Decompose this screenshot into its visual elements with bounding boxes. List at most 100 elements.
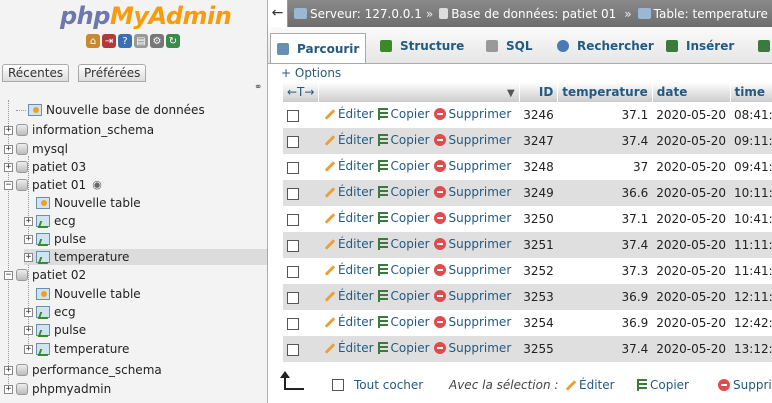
edit-button[interactable]: Éditer — [323, 315, 374, 329]
tree-item-ecg[interactable]: + ecg — [24, 304, 76, 320]
column-header-id[interactable]: ID — [519, 82, 559, 102]
column-header-temperature[interactable]: temperature — [557, 82, 653, 102]
tree-item-patiet-03[interactable]: + patiet 03 — [4, 159, 86, 175]
cell-id[interactable]: 3254 — [519, 310, 558, 336]
edit-button[interactable]: Éditer — [323, 185, 374, 199]
cell-temperature[interactable]: 37 — [557, 154, 653, 180]
cell-id[interactable]: 3246 — [519, 102, 558, 128]
expand-icon[interactable]: + — [24, 344, 33, 354]
tab-favorites[interactable]: Préférées — [78, 64, 147, 82]
delete-button[interactable]: Supprimer — [433, 341, 511, 355]
copy-button[interactable]: Copier — [377, 211, 430, 225]
tree-item-pulse[interactable]: + pulse — [24, 231, 86, 247]
footer-edit-button[interactable]: Éditer — [564, 378, 615, 392]
edit-button[interactable]: Éditer — [323, 289, 374, 303]
cell-time[interactable]: 10:11:16 — [730, 180, 772, 206]
row-checkbox[interactable] — [287, 343, 299, 356]
cell-time[interactable]: 12:42:15 — [730, 310, 772, 336]
tree-item-pulse[interactable]: + pulse — [24, 322, 86, 338]
tab-search[interactable]: Rechercher — [551, 33, 660, 59]
copy-button[interactable]: Copier — [377, 185, 430, 199]
cell-time[interactable]: 09:11:14 — [730, 128, 772, 154]
breadcrumb-server[interactable]: Serveur: 127.0.0.1 — [294, 7, 422, 21]
cell-time[interactable]: 13:12:04 — [730, 336, 772, 362]
column-header-date[interactable]: date — [652, 82, 731, 102]
edit-button[interactable]: Éditer — [323, 159, 374, 173]
tree-item-new-database[interactable]: Nouvelle base de données — [16, 102, 205, 118]
delete-button[interactable]: Supprimer — [433, 289, 511, 303]
expand-icon[interactable]: + — [4, 125, 13, 135]
row-checkbox[interactable] — [287, 161, 299, 174]
tree-item-mysql[interactable]: + mysql — [4, 141, 68, 157]
column-header-time[interactable]: time — [730, 82, 772, 102]
breadcrumb-table[interactable]: Table: temperature — [637, 7, 768, 21]
docs-icon[interactable]: ▤ — [134, 34, 148, 48]
tree-item-information-schema[interactable]: + information_schema — [4, 122, 154, 138]
cell-date[interactable]: 2020-05-20 — [652, 154, 731, 180]
tree-item-ecg[interactable]: + ecg — [24, 213, 76, 229]
cell-time[interactable]: 09:41:17 — [730, 154, 772, 180]
edit-button[interactable]: Éditer — [323, 263, 374, 277]
cell-date[interactable]: 2020-05-20 — [652, 102, 731, 128]
copy-button[interactable]: Copier — [377, 315, 430, 329]
cell-date[interactable]: 2020-05-20 — [652, 310, 731, 336]
tab-structure[interactable]: Structure — [374, 33, 470, 59]
cell-temperature[interactable]: 37.4 — [557, 128, 653, 154]
cell-date[interactable]: 2020-05-20 — [652, 232, 731, 258]
collapse-icon[interactable]: − — [4, 270, 13, 280]
breadcrumb-database[interactable]: Base de données: patiet 01 — [439, 7, 616, 21]
cell-id[interactable]: 3250 — [519, 206, 558, 232]
cell-time[interactable]: 08:41:17 — [730, 102, 772, 128]
cell-id[interactable]: 3252 — [519, 258, 558, 284]
tab-sql[interactable]: SQL — [480, 33, 539, 59]
cell-temperature[interactable]: 37.1 — [557, 102, 653, 128]
tree-item-patiet-01[interactable]: − patiet 01 ◉ — [4, 177, 102, 193]
cell-temperature[interactable]: 36.9 — [557, 310, 653, 336]
cell-date[interactable]: 2020-05-20 — [652, 180, 731, 206]
link-icon[interactable]: ⚭ — [254, 82, 262, 93]
cell-id[interactable]: 3247 — [519, 128, 558, 154]
help-icon[interactable]: ? — [118, 34, 132, 48]
row-checkbox[interactable] — [287, 265, 299, 278]
delete-button[interactable]: Supprimer — [433, 107, 511, 121]
edit-button[interactable]: Éditer — [323, 133, 374, 147]
cell-time[interactable]: 11:11:16 — [730, 232, 772, 258]
footer-copy-button[interactable]: Copier — [637, 378, 689, 392]
tree-item-temperature[interactable]: + temperature — [24, 341, 129, 357]
reload-icon[interactable]: ↻ — [166, 34, 180, 48]
row-checkbox[interactable] — [287, 317, 299, 330]
cell-time[interactable]: 10:41:18 — [730, 206, 772, 232]
row-checkbox[interactable] — [287, 187, 299, 200]
cell-time[interactable]: 11:41:16 — [730, 258, 772, 284]
tree-item-performance-schema[interactable]: + performance_schema — [4, 362, 162, 378]
edit-button[interactable]: Éditer — [323, 341, 374, 355]
eye-icon[interactable]: ◉ — [92, 177, 102, 193]
cell-id[interactable]: 3253 — [519, 284, 558, 310]
row-checkbox[interactable] — [287, 135, 299, 148]
tab-export[interactable] — [752, 33, 772, 59]
cell-temperature[interactable]: 37.3 — [557, 258, 653, 284]
delete-button[interactable]: Supprimer — [433, 315, 511, 329]
edit-button[interactable]: Éditer — [323, 107, 374, 121]
tree-item-patiet-02[interactable]: − patiet 02 — [4, 267, 86, 283]
delete-button[interactable]: Supprimer — [433, 237, 511, 251]
tab-recent[interactable]: Récentes — [2, 64, 70, 82]
cell-temperature[interactable]: 36.9 — [557, 284, 653, 310]
cell-id[interactable]: 3248 — [519, 154, 558, 180]
edit-button[interactable]: Éditer — [323, 237, 374, 251]
exit-icon[interactable]: ⇥ — [102, 34, 116, 48]
delete-button[interactable]: Supprimer — [433, 159, 511, 173]
expand-icon[interactable]: + — [4, 144, 13, 154]
cell-id[interactable]: 3251 — [519, 232, 558, 258]
copy-button[interactable]: Copier — [377, 159, 430, 173]
footer-delete-button[interactable]: Suppri — [718, 378, 772, 392]
expand-icon[interactable]: + — [4, 162, 13, 172]
copy-button[interactable]: Copier — [377, 133, 430, 147]
expand-icon[interactable]: + — [24, 307, 33, 317]
cell-temperature[interactable]: 37.4 — [557, 232, 653, 258]
settings-icon[interactable]: ⚙ — [150, 34, 164, 48]
collapse-icon[interactable]: − — [4, 180, 13, 190]
delete-button[interactable]: Supprimer — [433, 211, 511, 225]
tree-item-phpmyadmin[interactable]: + phpmyadmin — [4, 381, 111, 397]
sort-dropdown[interactable]: ▼ — [318, 82, 520, 102]
